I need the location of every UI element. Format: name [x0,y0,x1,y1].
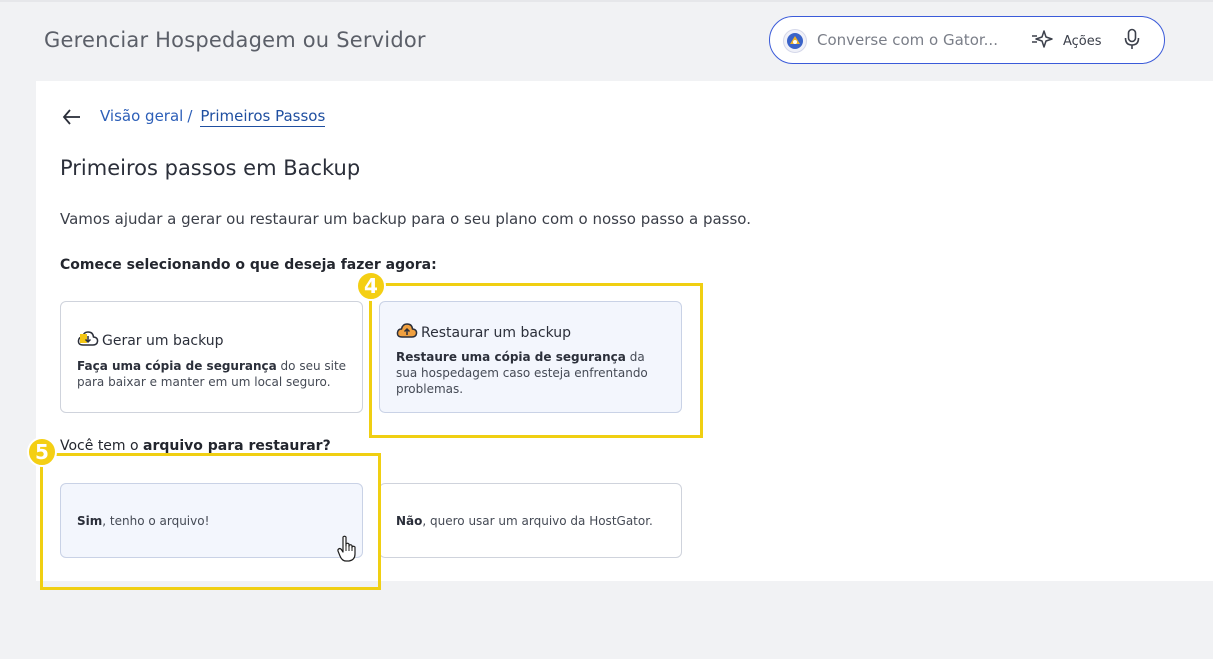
generate-backup-title-row: Gerar um backup [77,329,224,353]
page-title: Primeiros passos em Backup [60,156,361,180]
file-prompt-text: Você tem o [60,438,144,454]
step4-highlight-box [369,283,703,438]
file-prompt-bold: arquivo para restaurar? [143,438,331,454]
has-file-no-card[interactable]: Não, quero usar um arquivo da HostGator. [379,483,682,558]
cloud-download-icon [77,329,99,353]
breadcrumb: Visão geral / Primeiros Passos [100,107,326,127]
breadcrumb-overview-link[interactable]: Visão geral [100,107,183,127]
file-prompt: Você tem o arquivo para restaurar? [60,438,331,454]
has-file-no-label: Não, quero usar um arquivo da HostGator. [396,513,653,529]
actions-label: Ações [1063,33,1102,49]
page-header-title: Gerenciar Hospedagem ou Servidor [44,28,426,52]
actions-button[interactable]: Ações [1031,30,1102,52]
breadcrumb-current[interactable]: Primeiros Passos [200,107,326,127]
has-file-no-rest: , quero usar um arquivo da HostGator. [422,514,653,528]
has-file-no-bold: Não [396,514,423,528]
top-divider [0,0,1213,2]
page-description: Vamos ajudar a gerar ou restaurar um bac… [60,210,751,228]
back-arrow-icon[interactable] [61,107,83,127]
generate-backup-card[interactable]: Gerar um backup Faça uma cópia de segura… [60,301,363,413]
action-prompt: Comece selecionando o que deseja fazer a… [60,257,437,273]
step5-highlight-box [40,453,381,590]
gator-chat-input[interactable]: Converse com o Gator... Ações [769,16,1165,64]
step5-badge: 5 [27,437,57,467]
gator-avatar-icon [783,29,807,53]
generate-backup-desc-bold: Faça uma cópia de segurança [77,359,277,373]
hand-pointer-cursor-icon [337,535,357,567]
chat-placeholder: Converse com o Gator... [817,31,998,49]
generate-backup-description: Faça uma cópia de segurança do seu site … [77,358,355,390]
generate-backup-title: Gerar um backup [102,333,224,349]
step4-badge: 4 [356,271,386,301]
microphone-icon[interactable] [1123,28,1141,54]
sparkle-icon [1031,29,1055,53]
breadcrumb-separator: / [187,107,193,125]
